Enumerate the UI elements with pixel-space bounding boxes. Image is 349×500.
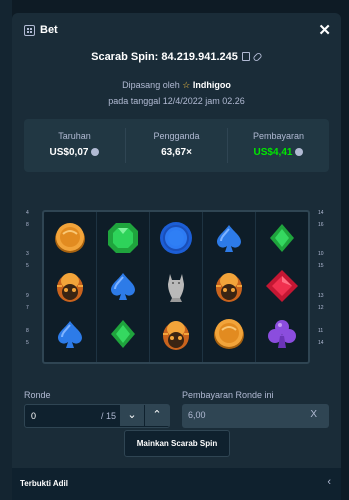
emerald-symbol [105, 316, 141, 352]
spade-symbol [105, 268, 141, 304]
modal-header: Bet ✕ [12, 13, 341, 47]
reel-number: 8 [26, 222, 29, 228]
username[interactable]: Indhigoo [193, 80, 231, 90]
reel-column [203, 212, 256, 362]
reel-number: 5 [26, 263, 29, 269]
right-reel-numbers: 14 16 10 15 13 12 11 14 [316, 195, 328, 371]
stat-bet-label: Taruhan [58, 131, 91, 141]
background-sidebar [0, 0, 12, 500]
modal-title: Bet [40, 24, 58, 36]
bet-date: pada tanggal 12/4/2022 jam 02.26 [108, 96, 245, 106]
sapphire-symbol [158, 220, 194, 256]
stat-multiplier-label: Pengganda [153, 131, 200, 141]
stat-multiplier: Pengganda 63,67× [126, 119, 227, 172]
chevron-up-icon: ⌃ [152, 409, 162, 421]
round-total: / 15 [101, 411, 117, 421]
reel-number: 16 [318, 222, 324, 228]
stat-multiplier-value: 63,67× [161, 147, 192, 158]
reel-number: 15 [318, 263, 324, 269]
scarab-symbol [158, 316, 194, 352]
stat-payout: Pembayaran US$4,41 [228, 119, 329, 172]
cat-symbol [158, 268, 194, 304]
play-scarab-spin-button[interactable]: Mainkan Scarab Spin [124, 430, 230, 457]
stats-panel: Taruhan US$0,07 Pengganda 63,67× Pembaya… [24, 119, 329, 172]
round-payout-value: 6,00 [188, 410, 206, 420]
round-payout-label: Pembayaran Ronde ini [182, 390, 274, 400]
reel-number: 9 [26, 293, 29, 299]
placed-by: Dipasang oleh ☆ Indhigoo [12, 80, 341, 91]
stat-payout-amount: US$4,41 [253, 147, 293, 158]
provably-fair-label: Terbukti Adil [20, 479, 68, 488]
reel-number: 3 [26, 251, 29, 257]
round-input[interactable]: 0 / 15 ⌄ ⌃ [24, 404, 170, 428]
emerald-symbol [105, 220, 141, 256]
club-symbol [264, 316, 300, 352]
game-title: Scarab Spin: 84.219.941.245 [12, 51, 341, 63]
reel-column [150, 212, 203, 362]
scarab-symbol [52, 268, 88, 304]
spade-symbol [211, 220, 247, 256]
round-payout-field: 6,00 X [182, 404, 329, 428]
chevron-left-icon: ‹ [327, 476, 331, 488]
stat-payout-label: Pembayaran [252, 131, 305, 141]
reel-number: 14 [318, 210, 324, 216]
reel-number: 12 [318, 305, 324, 311]
bet-modal: Bet ✕ Scarab Spin: 84.219.941.245 Dipasa… [12, 13, 341, 500]
round-value: 0 [31, 411, 37, 421]
chevron-down-icon: ⌄ [127, 409, 137, 421]
left-reel-numbers: 4 8 3 5 9 7 8 5 [24, 195, 36, 371]
reel-column [97, 212, 150, 362]
round-payout-suffix: X [310, 409, 317, 420]
spade-symbol [52, 316, 88, 352]
reel-board [42, 210, 310, 364]
reel-number: 8 [26, 328, 29, 334]
scarab-symbol [211, 268, 247, 304]
reel-number: 11 [318, 328, 324, 334]
provably-fair-bar[interactable]: Terbukti Adil ‹ [12, 468, 341, 500]
round-increment-button[interactable]: ⌃ [145, 405, 169, 426]
coin-icon [295, 148, 304, 156]
close-icon[interactable]: ✕ [318, 21, 331, 39]
star-icon: ☆ [182, 80, 191, 90]
coin-symbol [211, 316, 247, 352]
slot-game: 4 8 3 5 9 7 8 5 14 16 10 15 13 12 11 14 [24, 195, 329, 371]
reel-number: 5 [26, 340, 29, 346]
round-decrement-button[interactable]: ⌄ [120, 405, 144, 426]
stat-payout-value: US$4,41 [228, 147, 329, 158]
ruby-symbol [264, 268, 300, 304]
reel-column [44, 212, 97, 362]
stat-bet: Taruhan US$0,07 [24, 119, 125, 172]
emerald-symbol [264, 220, 300, 256]
copy-icon[interactable] [241, 52, 250, 61]
reel-number: 14 [318, 340, 324, 346]
game-title-text: Scarab Spin: 84.219.941.245 [91, 51, 238, 63]
bet-icon [24, 25, 35, 36]
coin-icon [91, 148, 100, 156]
link-icon[interactable] [252, 51, 263, 63]
placed-by-prefix: Dipasang oleh [122, 80, 180, 90]
reel-column [256, 212, 308, 362]
coin-symbol [52, 220, 88, 256]
reel-number: 13 [318, 293, 324, 299]
round-label: Ronde [24, 390, 51, 400]
reel-number: 10 [318, 251, 324, 257]
stat-bet-value: US$0,07 [24, 147, 125, 158]
reel-number: 4 [26, 210, 29, 216]
stat-bet-amount: US$0,07 [49, 147, 89, 158]
reel-number: 7 [26, 305, 29, 311]
